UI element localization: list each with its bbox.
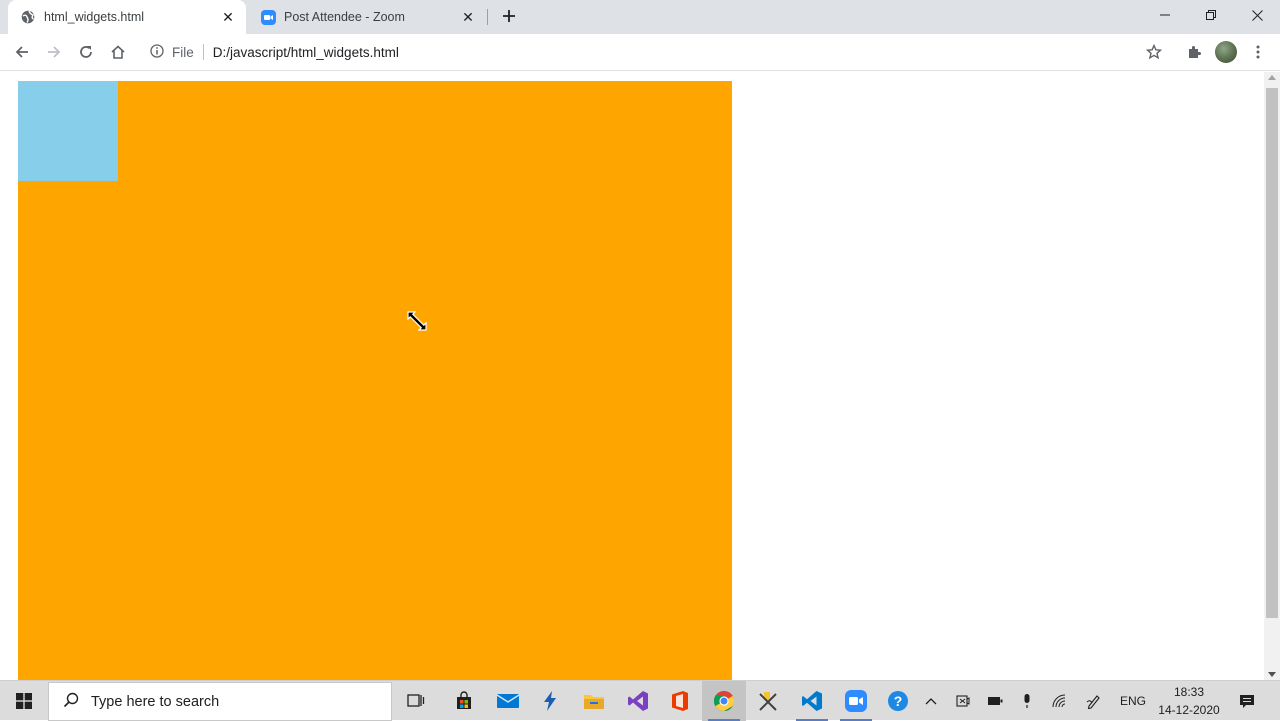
bookmark-button[interactable] <box>1141 39 1167 65</box>
taskbar-help[interactable]: ? <box>876 681 920 721</box>
profile-avatar[interactable] <box>1215 41 1237 63</box>
restore-button[interactable] <box>1188 0 1234 30</box>
taskbar-app-bolt[interactable] <box>528 681 572 721</box>
browser-window: html_widgets.html ✕ Post Attendee - Zoom… <box>0 0 1280 680</box>
chrome-icon <box>713 691 735 712</box>
tab-separator <box>487 9 488 25</box>
folder-icon <box>584 695 604 709</box>
taskbar-clock[interactable]: 18:33 14-12-2020 <box>1152 683 1226 719</box>
windows-logo-icon <box>16 693 32 709</box>
store-bag-icon <box>457 691 471 709</box>
info-icon[interactable] <box>150 43 164 61</box>
wifi-icon <box>1052 694 1066 708</box>
scheme-label: File <box>172 44 194 60</box>
meet-now-icon <box>956 695 970 707</box>
scrollbar-thumb[interactable] <box>1266 88 1278 618</box>
taskbar-visual-studio[interactable] <box>616 681 660 721</box>
mail-icon <box>496 694 520 708</box>
forward-arrow-icon <box>48 46 61 58</box>
visual-studio-icon <box>628 691 648 711</box>
pen-icon <box>1086 695 1100 709</box>
taskbar-chrome[interactable] <box>702 681 746 721</box>
tray-battery[interactable] <box>984 681 1006 721</box>
taskbar-vscode[interactable] <box>790 681 834 721</box>
office-icon <box>672 691 688 711</box>
taskbar-tools[interactable] <box>746 681 790 721</box>
resize-cursor-icon <box>406 310 428 332</box>
clock-date: 14-12-2020 <box>1158 703 1220 717</box>
browser-toolbar: File D:/javascript/html_widgets.html <box>0 34 1280 71</box>
show-hidden-icons-button[interactable] <box>920 681 942 721</box>
task-view-icon <box>407 694 425 707</box>
back-button[interactable] <box>9 39 35 65</box>
tools-icon <box>759 692 777 711</box>
zoom-icon <box>260 9 276 25</box>
vscode-icon <box>802 691 822 711</box>
search-placeholder: Type here to search <box>91 693 220 710</box>
reload-button[interactable] <box>73 39 99 65</box>
home-icon <box>111 45 125 59</box>
puzzle-icon <box>1189 46 1201 58</box>
address-bar[interactable]: File D:/javascript/html_widgets.html <box>140 38 1176 66</box>
close-icon[interactable]: ✕ <box>220 9 236 25</box>
globe-icon <box>20 9 36 25</box>
tab-html-widgets[interactable]: html_widgets.html ✕ <box>8 0 246 34</box>
plus-icon <box>503 10 515 22</box>
taskbar-file-explorer[interactable] <box>572 681 616 721</box>
new-tab-button[interactable] <box>498 5 520 27</box>
action-center-button[interactable] <box>1234 681 1260 721</box>
forward-button[interactable] <box>41 39 67 65</box>
tray-wifi[interactable] <box>1048 681 1072 721</box>
tab-strip: html_widgets.html ✕ Post Attendee - Zoom… <box>0 0 1280 34</box>
help-question-icon: ? <box>888 691 908 711</box>
tray-microphone[interactable] <box>1016 681 1038 721</box>
url-text[interactable]: D:/javascript/html_widgets.html <box>213 45 399 60</box>
restore-icon <box>1206 10 1216 20</box>
tab-title: Post Attendee - Zoom <box>284 10 405 24</box>
microphone-icon <box>1024 694 1030 708</box>
start-button[interactable] <box>0 681 48 721</box>
chevron-up-icon <box>925 698 937 705</box>
task-view-button[interactable] <box>394 681 438 721</box>
page-viewport <box>0 72 1280 680</box>
close-window-button[interactable] <box>1234 0 1280 30</box>
close-icon <box>1251 9 1263 21</box>
svg-text:?: ? <box>894 693 903 709</box>
tray-language[interactable]: ENG <box>1116 681 1150 721</box>
battery-icon <box>988 697 1003 705</box>
orange-box[interactable] <box>18 81 732 680</box>
notification-icon <box>1240 695 1254 708</box>
address-divider <box>202 44 204 60</box>
star-icon <box>1146 44 1162 60</box>
search-icon <box>63 692 79 712</box>
vertical-scrollbar[interactable] <box>1264 72 1280 680</box>
tray-pen[interactable] <box>1082 681 1106 721</box>
tray-meet-now[interactable] <box>952 681 974 721</box>
blue-box[interactable] <box>18 81 118 181</box>
windows-taskbar: Type here to search ? ENG 18:33 14-12-20… <box>0 680 1280 721</box>
taskbar-search-box[interactable]: Type here to search <box>48 682 392 721</box>
reload-icon <box>80 46 92 58</box>
back-arrow-icon <box>15 46 28 58</box>
tab-title: html_widgets.html <box>44 10 145 24</box>
minimize-button[interactable] <box>1142 0 1188 30</box>
home-button[interactable] <box>105 39 131 65</box>
kebab-menu-icon <box>1256 45 1260 59</box>
zoom-icon <box>845 690 867 712</box>
close-icon[interactable]: ✕ <box>460 9 476 25</box>
lightning-bolt-icon <box>544 691 556 711</box>
taskbar-office[interactable] <box>658 681 702 721</box>
taskbar-zoom[interactable] <box>834 681 878 721</box>
clock-time: 18:33 <box>1173 685 1205 699</box>
taskbar-store[interactable] <box>442 681 486 721</box>
menu-button[interactable] <box>1245 39 1271 65</box>
tab-zoom[interactable]: Post Attendee - Zoom ✕ <box>248 0 486 34</box>
taskbar-mail[interactable] <box>486 681 530 721</box>
minimize-icon <box>1160 14 1170 16</box>
scroll-down-arrow-icon[interactable] <box>1268 672 1276 677</box>
scroll-up-arrow-icon[interactable] <box>1268 75 1276 80</box>
extensions-button[interactable] <box>1181 39 1207 65</box>
